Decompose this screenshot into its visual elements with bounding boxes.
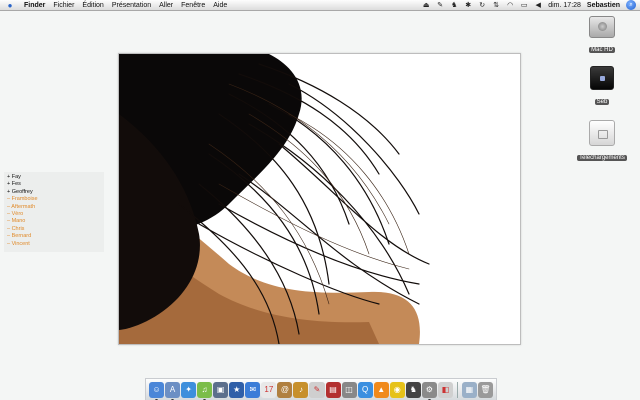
time-machine-icon[interactable]: ↻ <box>478 0 486 11</box>
mail-icon[interactable]: ✉ <box>245 381 261 398</box>
list-item[interactable]: – Bernard <box>7 233 101 240</box>
volume-icon[interactable]: ◀ <box>534 0 542 11</box>
textedit-icon[interactable]: ✎ <box>309 381 325 398</box>
spotlight-icon[interactable]: ⌕ <box>626 0 636 10</box>
menu-edition[interactable]: Édition <box>82 0 103 11</box>
dictionary-icon[interactable]: ▤ <box>325 381 341 398</box>
name-list-widget: + Fay + Fes + Geoffrey – Framboise – Aft… <box>4 172 104 252</box>
photo-window[interactable] <box>118 53 521 345</box>
list-item[interactable]: + Fes <box>7 181 101 188</box>
desktop-icon-label: Telechargements <box>577 155 627 161</box>
app-store-icon[interactable]: A <box>165 381 181 400</box>
white-cube-icon <box>589 120 615 146</box>
desktop-icon-seb[interactable]: Seb <box>567 66 637 108</box>
desktop-icon-downloads[interactable]: Telechargements <box>567 120 637 164</box>
sync-icon[interactable]: ⇅ <box>492 0 500 11</box>
list-item[interactable]: + Geoffrey <box>7 189 101 196</box>
iphoto-icon[interactable]: ▣ <box>213 381 229 398</box>
list-item[interactable]: + Fay <box>7 174 101 181</box>
vlc-icon[interactable]: ▲ <box>373 381 389 398</box>
dock-separator <box>456 381 458 398</box>
script-icon[interactable]: ✎ <box>436 0 444 11</box>
menu-list: Finder Fichier Édition Présentation Alle… <box>24 0 227 11</box>
documents-stack-icon[interactable]: ▦ <box>461 381 477 398</box>
trash-icon[interactable]: 🗑 <box>477 381 493 398</box>
menu-presentation[interactable]: Présentation <box>112 0 151 11</box>
system-preferences-icon[interactable]: ⚙ <box>421 381 437 400</box>
desktop-icon-label: Seb <box>594 99 610 105</box>
desktop-icon-mac-hd[interactable]: Mac HD <box>567 16 637 56</box>
dock: ☺ A ✦ ♫ ▣ ★ ✉ 17 @ ♪ ✎ ▤ ◫ Q ▲ ◉ ♞ ⚙ ◧ ▦ 🗑 <box>145 378 497 400</box>
desktop-icon-label: Mac HD <box>589 47 615 53</box>
list-item[interactable]: – Framboise <box>7 196 101 203</box>
utility-icon[interactable]: ◧ <box>437 381 453 398</box>
garageband-icon[interactable]: ♪ <box>293 381 309 398</box>
quicktime-icon[interactable]: Q <box>357 381 373 398</box>
list-item[interactable]: – Vèro <box>7 211 101 218</box>
menu-aller[interactable]: Aller <box>159 0 173 11</box>
finder-icon[interactable]: ☺ <box>149 381 165 400</box>
battery-icon[interactable]: ▭ <box>520 0 528 11</box>
safari-icon[interactable]: ✦ <box>181 381 197 398</box>
calendar-icon[interactable]: 17 <box>261 381 277 398</box>
address-book-icon[interactable]: @ <box>277 381 293 398</box>
menu-extras: ⏏ ✎ ♞ ✱ ↻ ⇅ ◠ ▭ ◀ dim. 17:28 Sebastien ⌕ <box>422 0 640 11</box>
menu-clock[interactable]: dim. 17:28 <box>548 0 581 11</box>
apple-menu-icon[interactable]: ● <box>3 0 17 11</box>
list-item[interactable]: – Aftermath <box>7 204 101 211</box>
hard-drive-icon <box>589 16 615 38</box>
eject-icon[interactable]: ⏏ <box>422 0 430 11</box>
list-item[interactable]: – Mano <box>7 218 101 225</box>
user-menu[interactable]: Sebastien <box>587 0 620 11</box>
preview-icon[interactable]: ◫ <box>341 381 357 398</box>
list-item[interactable]: – Chris <box>7 226 101 233</box>
chess-icon[interactable]: ♞ <box>405 381 421 398</box>
wifi-icon[interactable]: ◠ <box>506 0 514 11</box>
adium-icon[interactable]: ◉ <box>389 381 405 398</box>
hair-photo <box>119 54 520 344</box>
bluetooth-icon[interactable]: ✱ <box>464 0 472 11</box>
menu-finder[interactable]: Finder <box>24 0 45 11</box>
itunes-icon[interactable]: ♫ <box>197 381 213 400</box>
imovie-icon[interactable]: ★ <box>229 381 245 398</box>
menu-fenetre[interactable]: Fenêtre <box>181 0 205 11</box>
black-cube-icon <box>590 66 614 90</box>
menu-aide[interactable]: Aide <box>213 0 227 11</box>
menu-fichier[interactable]: Fichier <box>53 0 74 11</box>
adium-status-icon[interactable]: ♞ <box>450 0 458 11</box>
menu-bar: ● Finder Fichier Édition Présentation Al… <box>0 0 640 11</box>
list-item[interactable]: – Vincent <box>7 241 101 248</box>
